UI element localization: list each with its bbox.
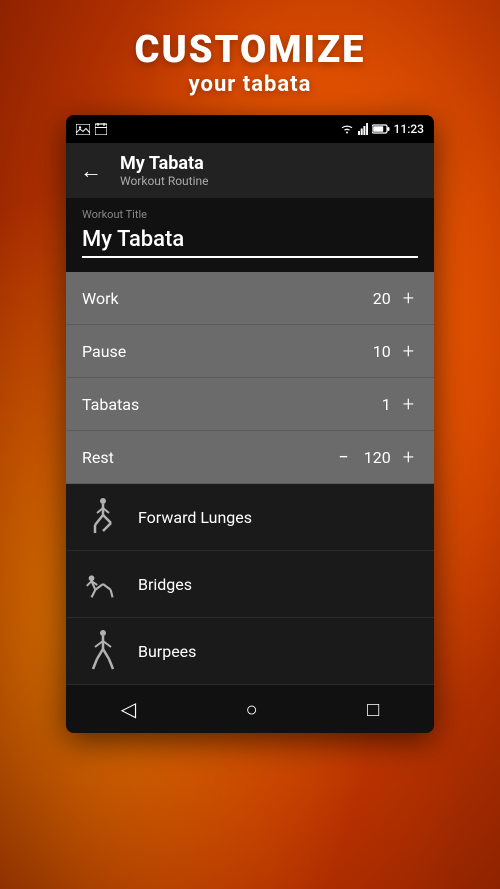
exercise-icon-bridges — [82, 563, 124, 605]
signal-icon — [358, 123, 368, 135]
app-header-subtitle: Workout Routine — [120, 174, 209, 188]
setting-controls-work: 20 + — [361, 286, 418, 310]
image-status-icon — [76, 124, 90, 135]
nav-home-button[interactable]: ○ — [226, 689, 278, 730]
workout-title-section: Workout Title My Tabata — [66, 198, 434, 272]
exercise-name-bridges: Bridges — [138, 575, 192, 594]
app-header-text: My Tabata Workout Routine — [120, 153, 209, 188]
setting-row-tabatas: Tabatas 1 + — [66, 378, 434, 431]
workout-title-label: Workout Title — [82, 208, 418, 221]
settings-section: Work 20 + Pause 10 + Tabatas 1 + Rest — [66, 272, 434, 484]
exercise-row-lunges[interactable]: Forward Lunges — [66, 484, 434, 551]
setting-label-tabatas: Tabatas — [82, 395, 139, 414]
status-bar-left — [76, 123, 107, 135]
setting-plus-tabatas[interactable]: + — [399, 392, 418, 416]
setting-label-rest: Rest — [82, 448, 114, 467]
workout-title-input[interactable]: My Tabata — [82, 227, 418, 258]
nav-recent-button[interactable]: □ — [347, 689, 399, 730]
back-button[interactable]: ← — [74, 154, 108, 188]
wifi-icon — [340, 124, 354, 134]
setting-value-work: 20 — [361, 289, 391, 308]
app-header: ← My Tabata Workout Routine — [66, 143, 434, 198]
exercise-name-burpees: Burpees — [138, 642, 196, 661]
app-header-title: My Tabata — [120, 153, 209, 174]
battery-icon — [372, 124, 390, 134]
setting-row-pause: Pause 10 + — [66, 325, 434, 378]
nav-bar: ◁ ○ □ — [66, 685, 434, 733]
setting-label-work: Work — [82, 289, 119, 308]
setting-plus-rest[interactable]: + — [399, 445, 418, 469]
exercise-name-lunges: Forward Lunges — [138, 508, 252, 527]
status-time: 11:23 — [394, 122, 424, 136]
setting-plus-pause[interactable]: + — [399, 339, 418, 363]
promo-title: CUSTOMIZE — [0, 28, 500, 72]
calendar-status-icon — [95, 123, 107, 135]
setting-plus-work[interactable]: + — [399, 286, 418, 310]
status-bar: 11:23 — [66, 115, 434, 143]
setting-controls-rest: − 120 + — [334, 445, 418, 469]
exercise-section: Forward Lunges Bridges — [66, 484, 434, 685]
exercise-icon-burpees — [82, 630, 124, 672]
setting-value-tabatas: 1 — [361, 395, 391, 414]
promo-subtitle: your tabata — [0, 72, 500, 97]
promo-header: CUSTOMIZE your tabata — [0, 0, 500, 115]
setting-minus-rest[interactable]: − — [334, 447, 352, 468]
setting-value-pause: 10 — [361, 342, 391, 361]
nav-back-button[interactable]: ◁ — [101, 689, 156, 729]
setting-label-pause: Pause — [82, 342, 126, 361]
setting-row-rest: Rest − 120 + — [66, 431, 434, 484]
setting-controls-tabatas: 1 + — [361, 392, 418, 416]
setting-row-work: Work 20 + — [66, 272, 434, 325]
status-bar-right: 11:23 — [340, 122, 424, 136]
setting-controls-pause: 10 + — [361, 339, 418, 363]
exercise-row-burpees[interactable]: Burpees — [66, 618, 434, 685]
exercise-icon-lunges — [82, 496, 124, 538]
exercise-row-bridges[interactable]: Bridges — [66, 551, 434, 618]
phone-frame: 11:23 ← My Tabata Workout Routine Workou… — [66, 115, 434, 733]
setting-value-rest: 120 — [361, 448, 391, 467]
